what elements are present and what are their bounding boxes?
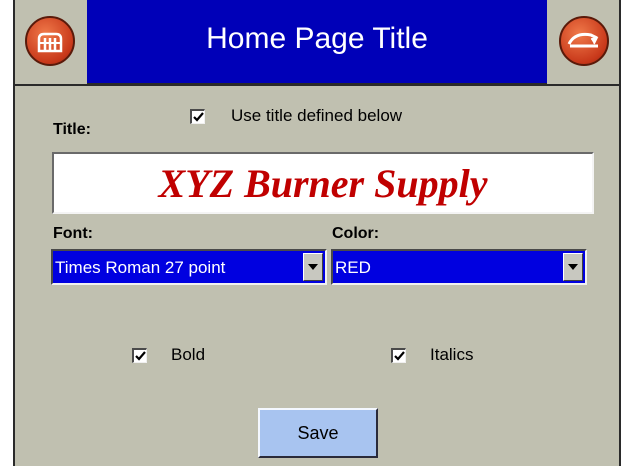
color-label: Color:	[332, 225, 380, 242]
home-page-title-dialog: Home Page Title Use title defined below …	[13, 0, 621, 466]
font-dropdown-button[interactable]	[303, 253, 323, 281]
bold-label: Bold	[171, 345, 206, 364]
bold-row[interactable]: Bold	[132, 345, 205, 365]
italics-label: Italics	[430, 345, 474, 364]
checkmark-icon	[193, 111, 204, 122]
color-dropdown-button[interactable]	[563, 253, 583, 281]
title-input-value: XYZ Burner Supply	[158, 160, 488, 206]
home-icon	[37, 32, 63, 53]
save-button[interactable]: Save	[258, 408, 378, 458]
title-input[interactable]: XYZ Burner Supply	[52, 152, 594, 214]
italics-row[interactable]: Italics	[391, 345, 473, 365]
home-button[interactable]	[25, 16, 75, 66]
left-corner	[15, 0, 87, 84]
color-select-value: RED	[335, 258, 371, 277]
chevron-down-icon	[568, 264, 578, 270]
font-select[interactable]: Times Roman 27 point	[51, 249, 327, 285]
exit-button[interactable]	[559, 16, 609, 66]
checkmark-icon	[135, 350, 146, 361]
italics-checkbox[interactable]	[391, 347, 406, 363]
font-select-value: Times Roman 27 point	[55, 258, 226, 277]
use-title-label: Use title defined below	[231, 106, 403, 125]
exit-icon	[567, 32, 599, 48]
use-title-checkbox[interactable]	[190, 108, 205, 124]
font-label: Font:	[53, 225, 93, 242]
use-title-row[interactable]: Use title defined below	[190, 106, 402, 126]
checkmark-icon	[394, 350, 405, 361]
bold-checkbox[interactable]	[132, 347, 147, 363]
title-bar: Home Page Title	[15, 0, 619, 86]
title-label: Title:	[53, 121, 91, 138]
right-corner	[547, 0, 619, 84]
color-select[interactable]: RED	[331, 249, 587, 285]
chevron-down-icon	[308, 264, 318, 270]
dialog-title: Home Page Title	[206, 22, 428, 55]
